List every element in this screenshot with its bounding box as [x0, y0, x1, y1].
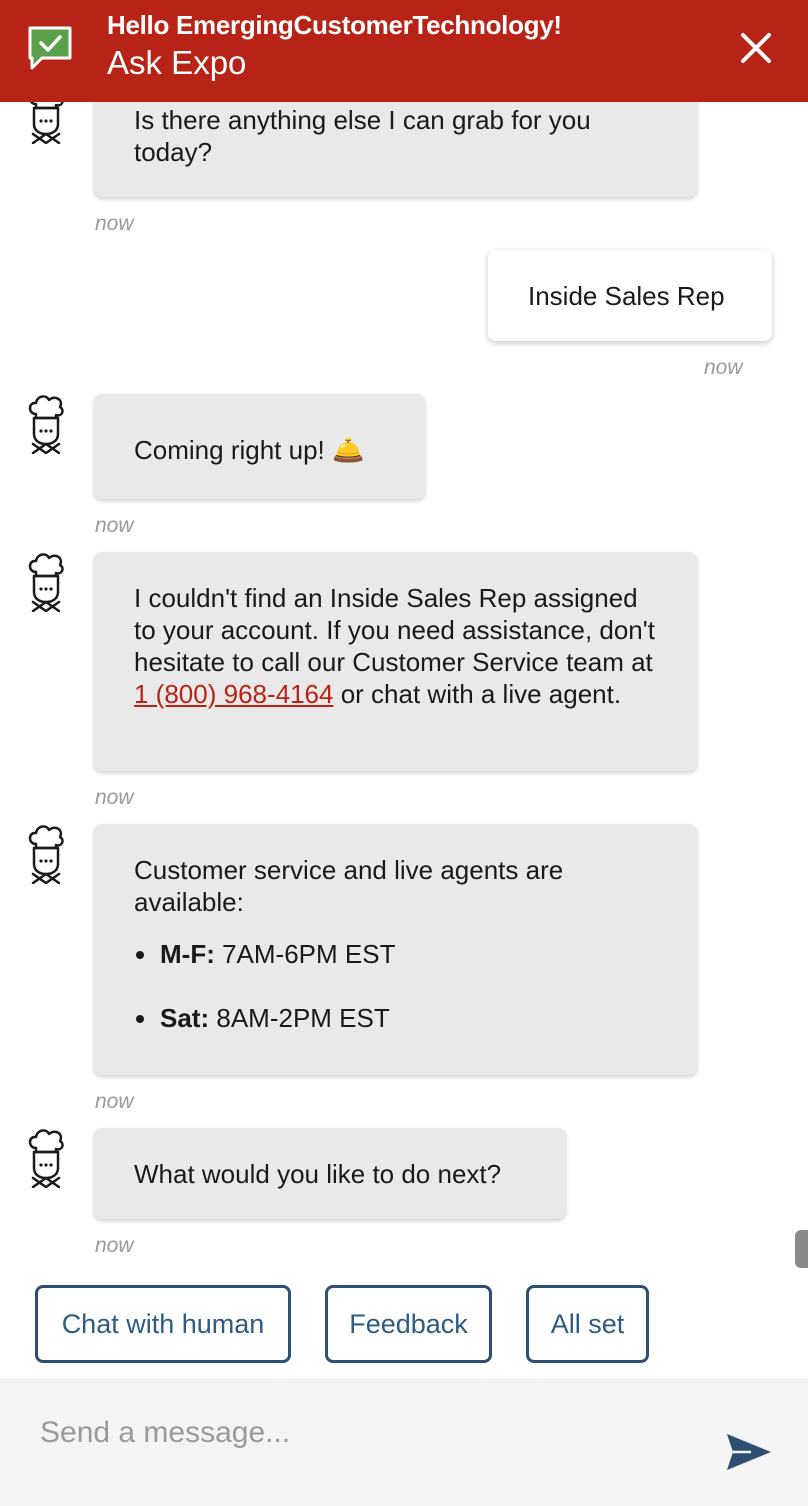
- hours-list: M-F: 7AM-6PM EST Sat: 8AM-2PM EST: [134, 938, 657, 1034]
- close-icon[interactable]: [735, 27, 777, 69]
- message-timestamp: now: [95, 514, 134, 537]
- chef-bot-icon: [28, 553, 64, 612]
- message-timestamp: now: [95, 212, 134, 235]
- message-timestamp: now: [95, 786, 134, 809]
- message-text: Customer service and live agents are ava…: [134, 855, 564, 917]
- message-text: I couldn't find an Inside Sales Rep assi…: [134, 582, 657, 710]
- message-timestamp: now: [704, 356, 743, 379]
- header-title: Ask Expo: [107, 44, 247, 81]
- hours-day: Sat:: [160, 1003, 210, 1033]
- message-text: Coming right up! 🛎️: [134, 435, 365, 465]
- hours-time: 7AM-6PM EST: [222, 939, 396, 969]
- chat-with-human-button[interactable]: Chat with human: [35, 1285, 291, 1363]
- chef-bot-icon: [28, 395, 64, 454]
- message-text: What would you like to do next?: [134, 1159, 502, 1189]
- user-message: Inside Sales Rep: [488, 250, 772, 341]
- message-input[interactable]: [40, 1408, 680, 1458]
- message-timestamp: now: [95, 1090, 134, 1113]
- message-text: Is there anything else I can grab for yo…: [134, 105, 591, 167]
- chef-bot-icon: [28, 825, 64, 884]
- message-text: Inside Sales Rep: [528, 281, 725, 311]
- hours-time: 8AM-2PM EST: [216, 1003, 390, 1033]
- bot-message: Is there anything else I can grab for yo…: [94, 102, 697, 197]
- chat-header: Hello EmergingCustomerTechnology! Ask Ex…: [0, 0, 808, 102]
- all-set-button[interactable]: All set: [526, 1285, 649, 1363]
- list-item: Sat: 8AM-2PM EST: [134, 1002, 657, 1034]
- scrollbar-thumb[interactable]: [795, 1230, 808, 1268]
- bot-message: What would you like to do next?: [94, 1128, 566, 1219]
- message-text-part: I couldn't find an Inside Sales Rep assi…: [134, 583, 655, 677]
- chat-check-icon: [28, 26, 72, 70]
- bot-message: I couldn't find an Inside Sales Rep assi…: [94, 552, 697, 771]
- bot-message: Coming right up! 🛎️: [94, 394, 425, 499]
- chef-bot-icon: [28, 1129, 64, 1188]
- list-item: M-F: 7AM-6PM EST: [134, 938, 657, 970]
- message-list[interactable]: Is there anything else I can grab for yo…: [0, 102, 808, 1280]
- message-text-part: or chat with a live agent.: [333, 679, 622, 709]
- bot-message: Customer service and live agents are ava…: [94, 824, 697, 1075]
- chef-bot-icon: [29, 102, 64, 144]
- phone-link[interactable]: 1 (800) 968-4164: [134, 679, 333, 709]
- message-timestamp: now: [95, 1234, 134, 1257]
- feedback-button[interactable]: Feedback: [325, 1285, 492, 1363]
- hours-day: M-F:: [160, 939, 215, 969]
- message-composer: [0, 1378, 808, 1506]
- send-icon[interactable]: [725, 1431, 773, 1473]
- header-greeting: Hello EmergingCustomerTechnology!: [107, 10, 562, 40]
